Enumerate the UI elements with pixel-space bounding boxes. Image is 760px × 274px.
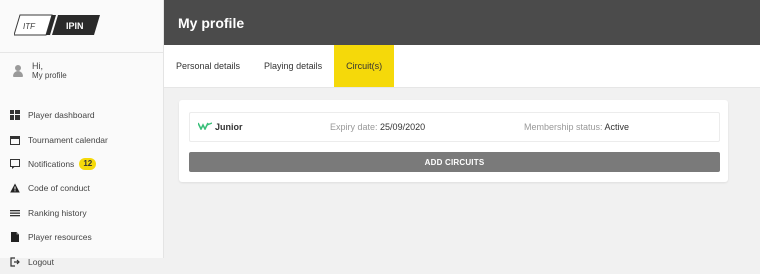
- profile-tabs: Personal details Playing details Circuit…: [164, 45, 760, 88]
- warning-icon: [10, 183, 20, 193]
- user-greeting[interactable]: Hi, My profile: [12, 62, 67, 80]
- logo-right-text: IPIN: [66, 21, 84, 31]
- sidebar-item-label: Ranking history: [28, 207, 87, 218]
- membership-status: Membership status: Active: [524, 122, 629, 132]
- sidebar-item-label: Tournament calendar: [28, 134, 108, 145]
- sidebar-item-label: Code of conduct: [28, 183, 90, 194]
- sidebar-item-label: Player resources: [28, 232, 92, 243]
- membership-value: Active: [604, 122, 630, 132]
- notification-icon: [10, 158, 20, 169]
- sidebar-divider: [0, 52, 163, 53]
- sidebar-item-label: Notifications: [28, 158, 75, 169]
- junior-circuit-icon: [197, 122, 213, 132]
- tab-personal-details[interactable]: Personal details: [164, 45, 252, 87]
- tab-playing-details[interactable]: Playing details: [252, 45, 334, 87]
- logo-left-text: ITF: [23, 22, 36, 31]
- tab-circuits[interactable]: Circuit(s): [334, 45, 395, 87]
- document-icon: [10, 232, 20, 243]
- sidebar-item-notifications[interactable]: Notifications 12: [10, 152, 108, 176]
- page-header: My profile: [164, 0, 760, 45]
- notification-count-badge: 12: [79, 157, 97, 170]
- sidebar-item-tournament-calendar[interactable]: Tournament calendar: [10, 127, 108, 151]
- my-profile-link[interactable]: My profile: [32, 71, 67, 80]
- page-title: My profile: [178, 15, 245, 31]
- avatar-icon: [12, 65, 24, 77]
- logout-icon: [10, 256, 20, 267]
- greeting-text: Hi,: [32, 61, 43, 71]
- sidebar-item-code-of-conduct[interactable]: Code of conduct: [10, 176, 108, 200]
- circuit-name: Junior: [197, 122, 243, 132]
- itf-ipin-logo[interactable]: ITF IPIN: [13, 13, 102, 37]
- expiry-value: 25/09/2020: [380, 122, 426, 132]
- sidebar-item-label: Logout: [28, 256, 54, 267]
- circuits-card: Junior Expiry date: 25/09/2020 Membershi…: [179, 100, 728, 182]
- sidebar-item-player-dashboard[interactable]: Player dashboard: [10, 103, 108, 127]
- sidebar-item-logout[interactable]: Logout: [10, 249, 108, 273]
- list-icon: [10, 208, 20, 218]
- sidebar-menu: Player dashboard Tournament calendar Not…: [10, 103, 108, 274]
- sidebar-item-player-resources[interactable]: Player resources: [10, 225, 108, 249]
- sidebar: ITF IPIN Hi, My profile Player dashboard…: [0, 0, 164, 267]
- expiry-date: Expiry date: 25/09/2020: [330, 122, 425, 132]
- dashboard-icon: [10, 110, 20, 121]
- expiry-label: Expiry date:: [330, 122, 378, 132]
- circuit-name-label: Junior: [215, 122, 243, 132]
- sidebar-item-label: Player dashboard: [28, 110, 95, 121]
- circuit-row: Junior Expiry date: 25/09/2020 Membershi…: [189, 112, 720, 142]
- membership-label: Membership status:: [524, 122, 603, 132]
- calendar-icon: [10, 135, 20, 145]
- add-circuits-button[interactable]: ADD CIRCUITS: [189, 152, 720, 172]
- sidebar-item-ranking-history[interactable]: Ranking history: [10, 201, 108, 225]
